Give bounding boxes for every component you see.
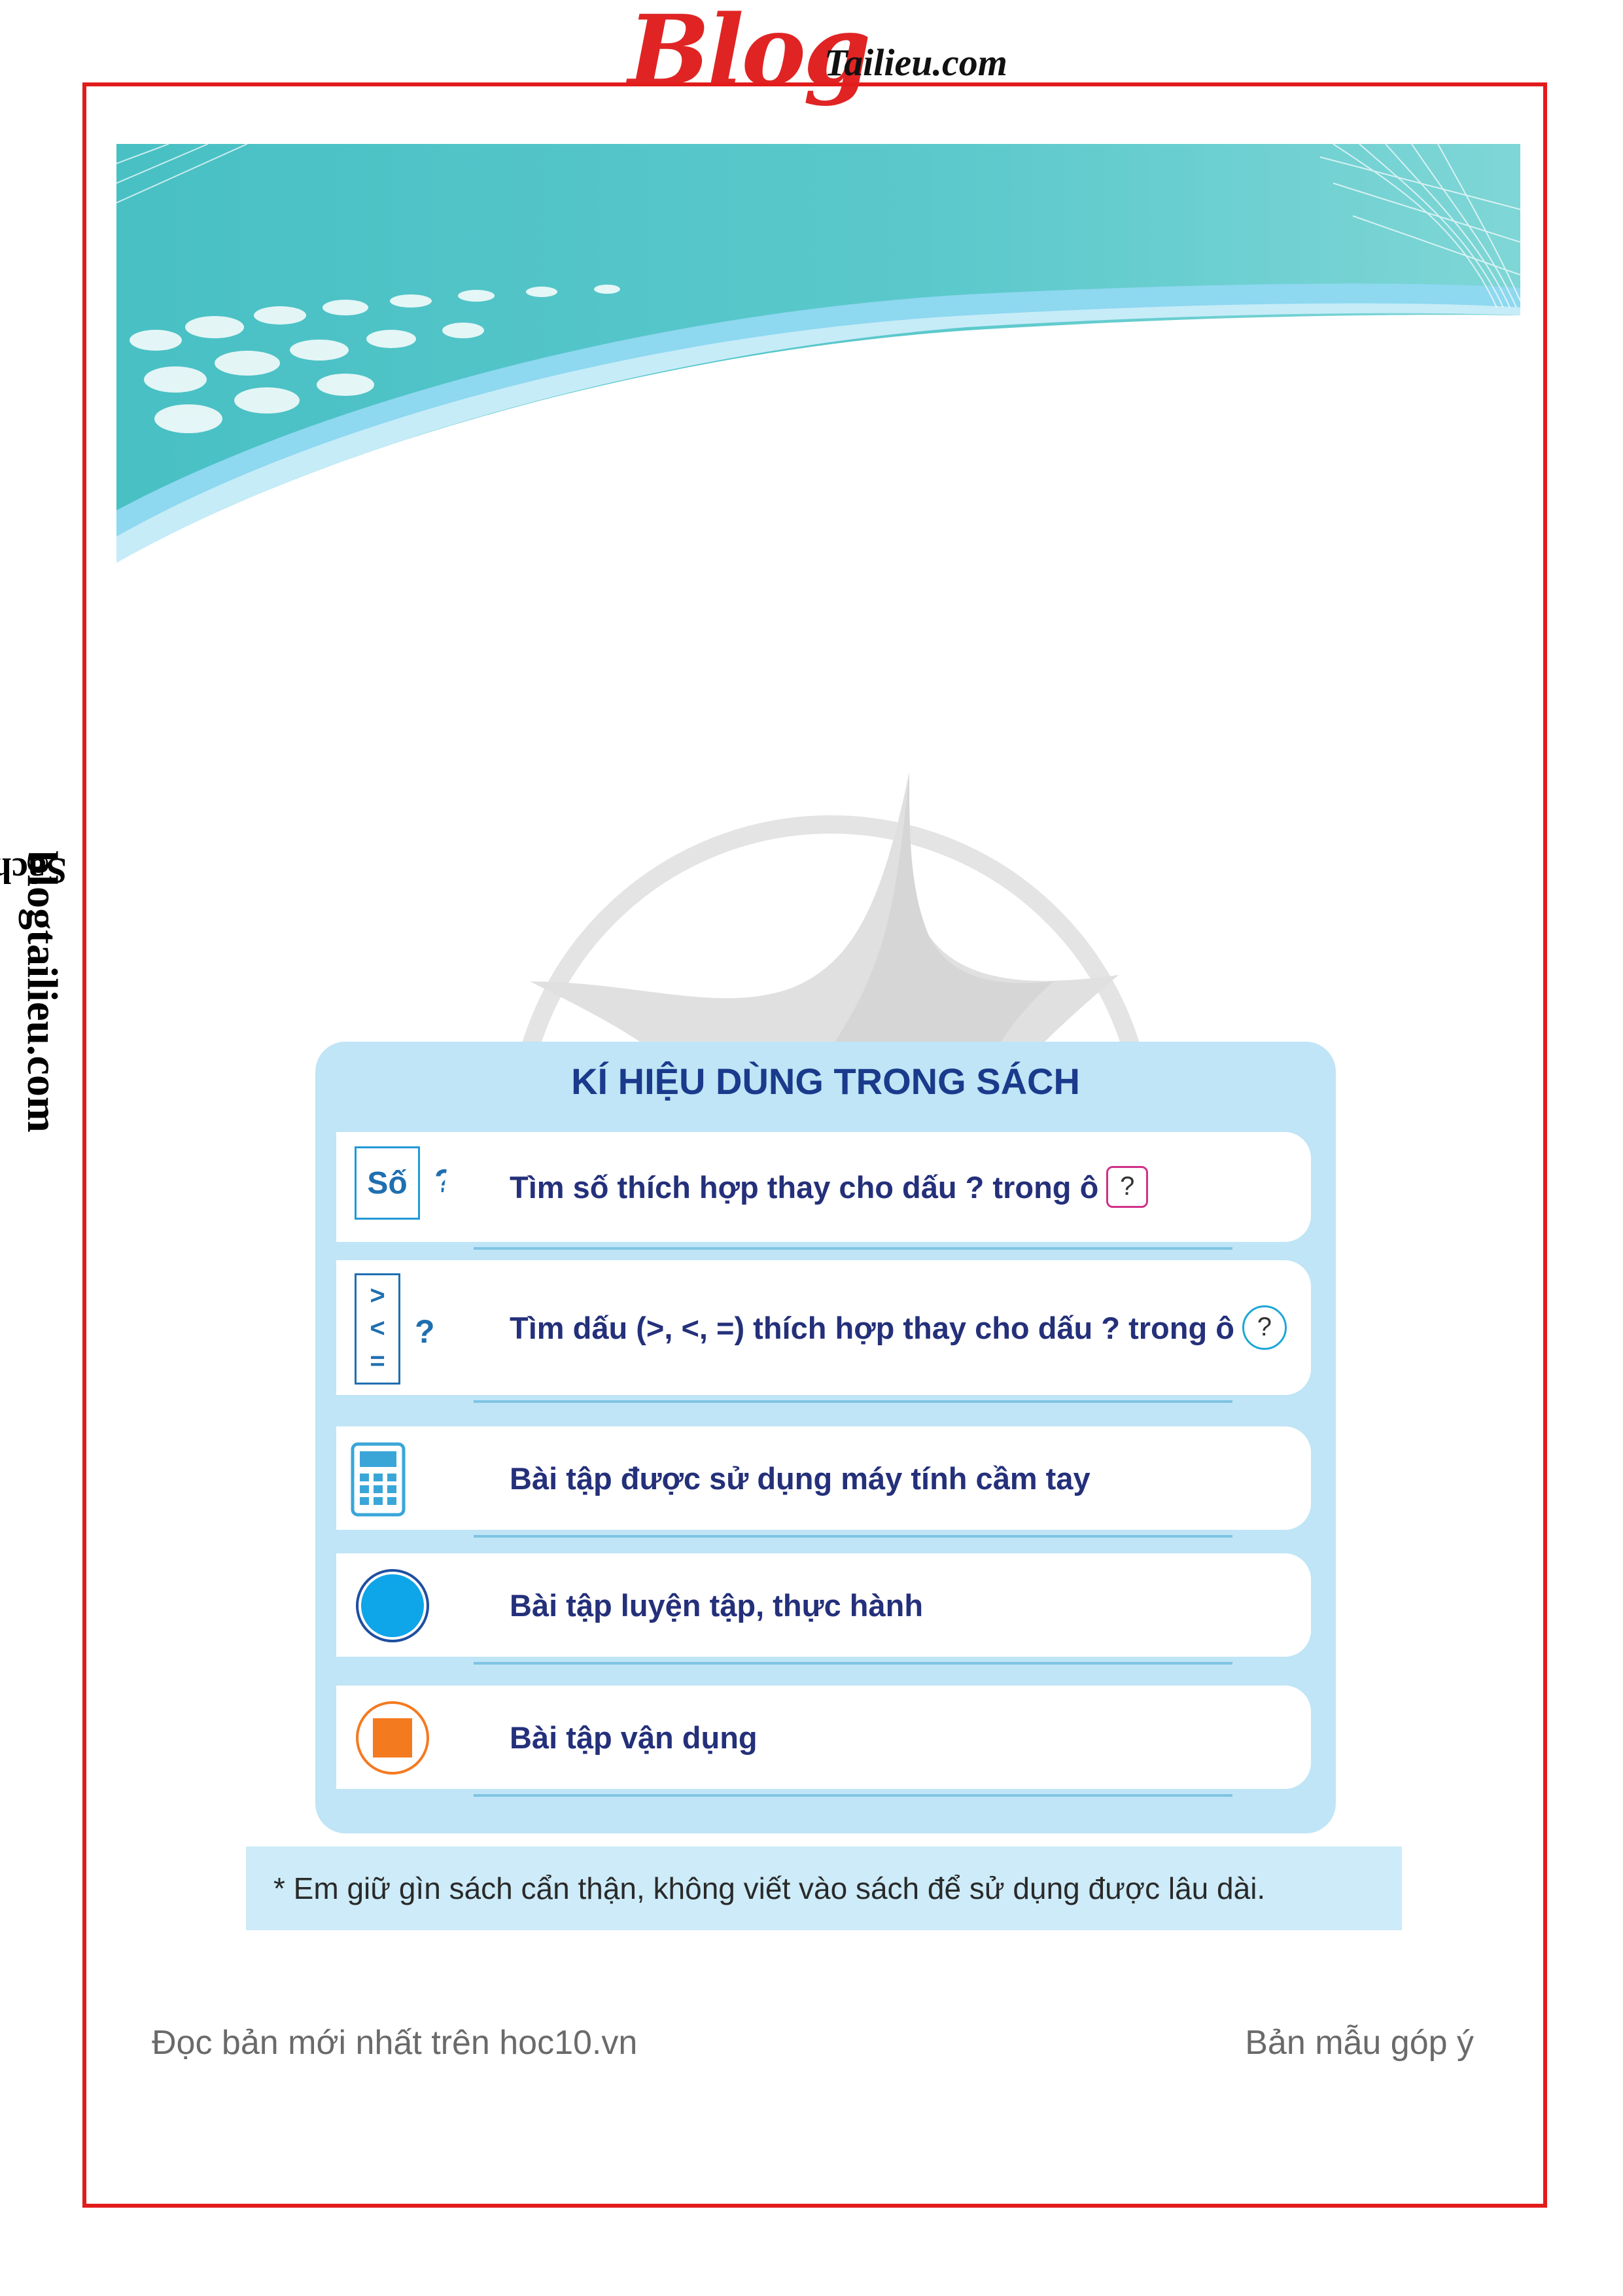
legend-title: KÍ HIỆU DÙNG TRONG SÁCH <box>571 1061 1080 1102</box>
footer-draft-label: Bản mẫu góp ý <box>1245 2024 1474 2062</box>
legend-row-label: Tìm dấu (>, <, =) thích hợp thay cho dấu… <box>510 1260 1287 1395</box>
care-note-text: * Em giữ gìn sách cẩn thận, không viết v… <box>273 1871 1266 1905</box>
legend-row-compare-signs: > < = ? Tìm dấu (>, <, =) thích hợp thay… <box>336 1260 1311 1404</box>
sidebar-share-text: Sách chia sẻ tại blogtailieu.com <box>0 850 72 1538</box>
question-mark: ? <box>415 1313 435 1350</box>
care-note-bar: * Em giữ gìn sách cẩn thận, không viết v… <box>246 1846 1402 1930</box>
legend-row-label: Bài tập được sử dụng máy tính cầm tay <box>510 1460 1091 1496</box>
legend-row-label: Tìm số thích hợp thay cho dấu ? trong ô? <box>510 1132 1149 1242</box>
question-circle-icon: ? <box>1242 1305 1287 1350</box>
legend-row-label: Bài tập luyện tập, thực hành <box>510 1587 924 1623</box>
orange-square-icon <box>356 1701 429 1775</box>
header-banner-graphic <box>116 144 1520 563</box>
compare-signs-icon: > < = <box>355 1273 400 1385</box>
legend-row-application: Bài tập vận dụng <box>336 1686 1311 1798</box>
so-box-icon: Số <box>355 1146 420 1220</box>
legend-row-label: Bài tập vận dụng <box>510 1720 758 1755</box>
legend-row-practice: Bài tập luyện tập, thực hành <box>336 1553 1311 1666</box>
question-box-icon: ? <box>1106 1166 1149 1208</box>
legend-row-find-number: Số ? Tìm số thích hợp thay cho dấu ? tro… <box>336 1132 1311 1251</box>
legend-row-calculator: Bài tập được sử dụng máy tính cầm tay <box>336 1426 1311 1539</box>
sidebar-prefix: Sách chia sẻ tại <box>0 850 67 891</box>
footer-read-latest: Đọc bản mới nhất trên hoc10.vn <box>152 2024 638 2062</box>
sidebar-domain: blogtailieu.com <box>18 851 66 1133</box>
logo-site-text: Tailieu.com <box>824 41 1007 84</box>
calculator-icon <box>351 1442 406 1517</box>
symbols-legend-panel: KÍ HIỆU DÙNG TRONG SÁCH Số ? Tìm số thíc… <box>315 1042 1336 1833</box>
blue-circle-icon <box>356 1569 429 1642</box>
